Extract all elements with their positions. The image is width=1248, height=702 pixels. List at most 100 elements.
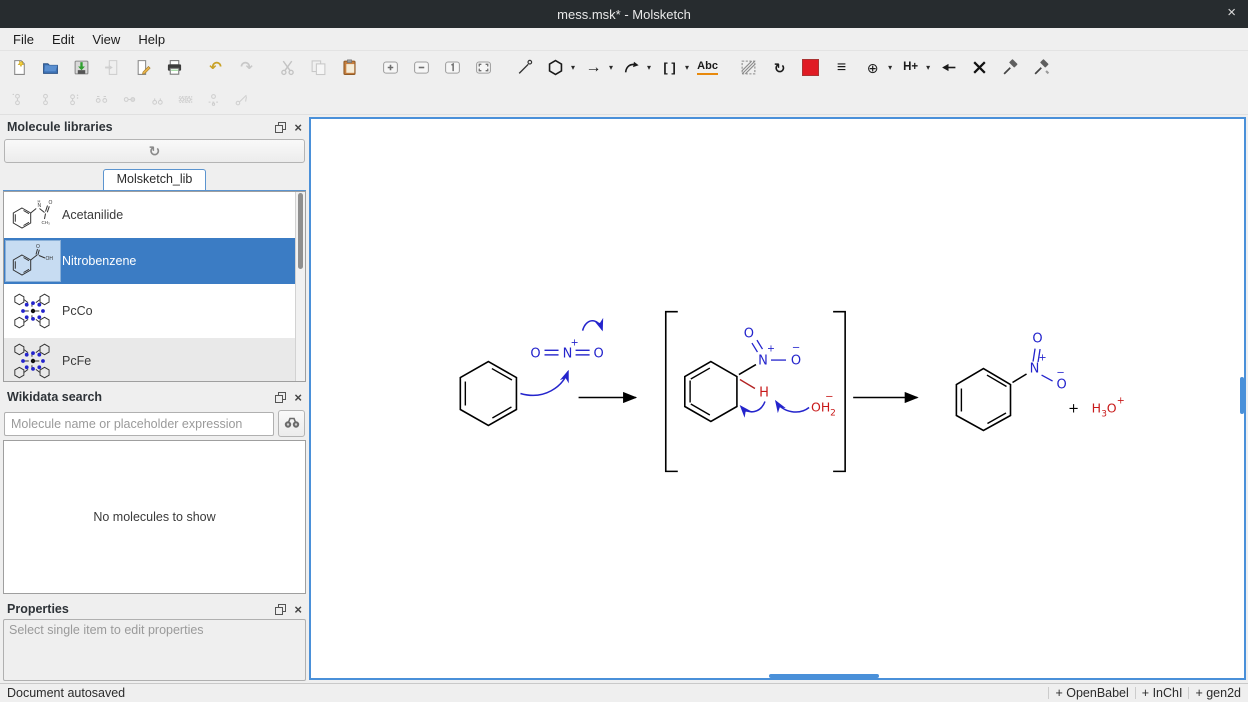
zoom-original-button[interactable] xyxy=(438,54,467,81)
charge-dropdown[interactable]: ▾ xyxy=(888,63,892,72)
float-panel-icon[interactable] xyxy=(275,122,286,133)
electron-arrow-pi-to-oxygen[interactable] xyxy=(583,321,603,331)
save-file-button[interactable] xyxy=(67,54,96,81)
canvas-horizontal-scrollbar[interactable] xyxy=(769,674,879,678)
print-button[interactable] xyxy=(160,54,189,81)
library-item-nitrobenzene[interactable]: OOHNitrobenzene xyxy=(4,238,305,284)
atom-label-h[interactable]: H xyxy=(759,386,769,401)
menu-view[interactable]: View xyxy=(83,30,129,49)
selection-mode-button[interactable] xyxy=(734,54,763,81)
atom-grid-tool-button[interactable] xyxy=(172,88,198,111)
insert-brackets-button[interactable]: [ ] xyxy=(655,54,684,81)
electron-arrow-ch-to-ring[interactable] xyxy=(741,401,765,411)
menu-file[interactable]: File xyxy=(4,30,43,49)
mechanism-arrow-button[interactable] xyxy=(617,54,646,81)
mechanism-hint-2-button[interactable] xyxy=(1027,54,1056,81)
float-panel-icon[interactable] xyxy=(275,604,286,615)
line-width-button[interactable]: ≡ xyxy=(827,54,856,81)
bond-pair-tool-button[interactable] xyxy=(116,88,142,111)
reaction-scene[interactable]: O N + O xyxy=(311,119,1244,678)
mechanism-arrow-dropdown[interactable]: ▾ xyxy=(647,63,651,72)
hydronium-o[interactable]: O xyxy=(1107,400,1117,415)
cut-button[interactable] xyxy=(273,54,302,81)
benzene-molecule[interactable] xyxy=(460,362,516,426)
svg-text:N: N xyxy=(38,203,42,209)
electron-arrow-base-to-h[interactable] xyxy=(776,401,809,412)
close-panel-icon[interactable]: × xyxy=(294,120,302,135)
draw-ring-dropdown[interactable]: ▾ xyxy=(571,63,575,72)
color-swatch-button[interactable] xyxy=(796,54,825,81)
library-scrollbar[interactable] xyxy=(295,192,305,381)
copy-button[interactable] xyxy=(304,54,333,81)
atom-label[interactable]: N xyxy=(758,354,768,369)
atom-pair-tool-button[interactable] xyxy=(32,88,58,111)
rotate-button[interactable]: ↻ xyxy=(765,54,794,81)
atom-label[interactable]: O xyxy=(791,354,801,369)
close-panel-icon[interactable]: × xyxy=(294,602,302,617)
library-scrollbar-handle[interactable] xyxy=(298,193,304,269)
atom-stack-tool-button[interactable] xyxy=(4,88,30,111)
atom-label[interactable]: N xyxy=(563,347,573,362)
redo-button[interactable]: ↷ xyxy=(232,54,261,81)
insert-brackets-dropdown[interactable]: ▾ xyxy=(685,63,689,72)
insert-text-button[interactable]: Abc xyxy=(693,54,722,81)
nitronium-ion[interactable]: O N + O xyxy=(530,338,603,362)
molecule-search-input[interactable] xyxy=(4,412,274,436)
zoom-fit-button[interactable] xyxy=(469,54,498,81)
left-bracket[interactable] xyxy=(666,312,678,472)
canvas-vertical-scrollbar[interactable] xyxy=(1240,377,1244,414)
hydronium-ion[interactable]: H 3 O + xyxy=(1092,396,1125,420)
atom-hydrogens-tool-button[interactable] xyxy=(88,88,114,111)
status-separator xyxy=(1135,687,1136,699)
mechanism-hint-1-button[interactable] xyxy=(996,54,1025,81)
export-file-icon xyxy=(135,59,152,76)
refresh-libraries-button[interactable]: ↻ xyxy=(4,139,305,163)
atom-label[interactable]: O xyxy=(593,347,603,362)
paste-button[interactable] xyxy=(335,54,364,81)
zoom-out-button[interactable] xyxy=(407,54,436,81)
nitrobenzene-structure-icon: OOH xyxy=(5,240,61,282)
undo-button[interactable]: ↶ xyxy=(201,54,230,81)
draw-ring-button[interactable] xyxy=(541,54,570,81)
remove-hydrogen-button[interactable] xyxy=(934,54,963,81)
zoom-original-icon xyxy=(444,59,461,76)
library-item-acetanilide[interactable]: NHOCH₃Acetanilide xyxy=(4,192,305,238)
library-item-pcfe[interactable]: PcFe xyxy=(4,338,305,382)
add-hydrogen-dropdown[interactable]: ▾ xyxy=(926,63,930,72)
reaction-arrow-dropdown[interactable]: ▾ xyxy=(609,63,613,72)
atom-label[interactable]: O xyxy=(1056,378,1066,393)
atom-distribute-tool-button[interactable] xyxy=(200,88,226,111)
open-file-button[interactable] xyxy=(36,54,65,81)
zoom-in-button[interactable] xyxy=(376,54,405,81)
delete-item-button[interactable] xyxy=(965,54,994,81)
window-close-button[interactable]: × xyxy=(1227,5,1236,20)
atom-label[interactable]: N xyxy=(1030,362,1040,377)
hydronium-h[interactable]: H xyxy=(1092,400,1101,415)
menu-edit[interactable]: Edit xyxy=(43,30,83,49)
export-file-button[interactable] xyxy=(129,54,158,81)
menu-help[interactable]: Help xyxy=(129,30,174,49)
right-bracket[interactable] xyxy=(833,312,845,472)
close-panel-icon[interactable]: × xyxy=(294,390,302,405)
electron-arrow-ring-to-nitronium[interactable] xyxy=(520,372,568,396)
new-document-button[interactable] xyxy=(5,54,34,81)
atom-row-tool-button[interactable] xyxy=(144,88,170,111)
drawing-canvas[interactable]: O N + O xyxy=(309,117,1246,680)
nitrobenzene-product[interactable]: N + O O − xyxy=(956,332,1066,431)
draw-bond-button[interactable] xyxy=(510,54,539,81)
charge-button[interactable]: ⊕ xyxy=(858,54,887,81)
water-base[interactable]: OH 2 − xyxy=(811,392,836,419)
atom-label[interactable]: O xyxy=(1032,332,1042,347)
atom-ion-tool-button[interactable] xyxy=(60,88,86,111)
import-file-button[interactable] xyxy=(98,54,127,81)
bond-angle-tool-button[interactable] xyxy=(228,88,254,111)
float-panel-icon[interactable] xyxy=(275,392,286,403)
tab-molsketch-lib[interactable]: Molsketch_lib xyxy=(103,169,207,190)
reaction-arrow-button[interactable]: → xyxy=(579,54,608,81)
library-item-pcco[interactable]: PcCo xyxy=(4,284,305,338)
atom-label[interactable]: O xyxy=(744,327,754,342)
arenium-intermediate[interactable]: O N + O − H xyxy=(685,327,801,422)
search-button[interactable] xyxy=(278,410,305,437)
add-hydrogen-button[interactable]: H+ xyxy=(896,54,925,81)
atom-label[interactable]: O xyxy=(530,347,540,362)
